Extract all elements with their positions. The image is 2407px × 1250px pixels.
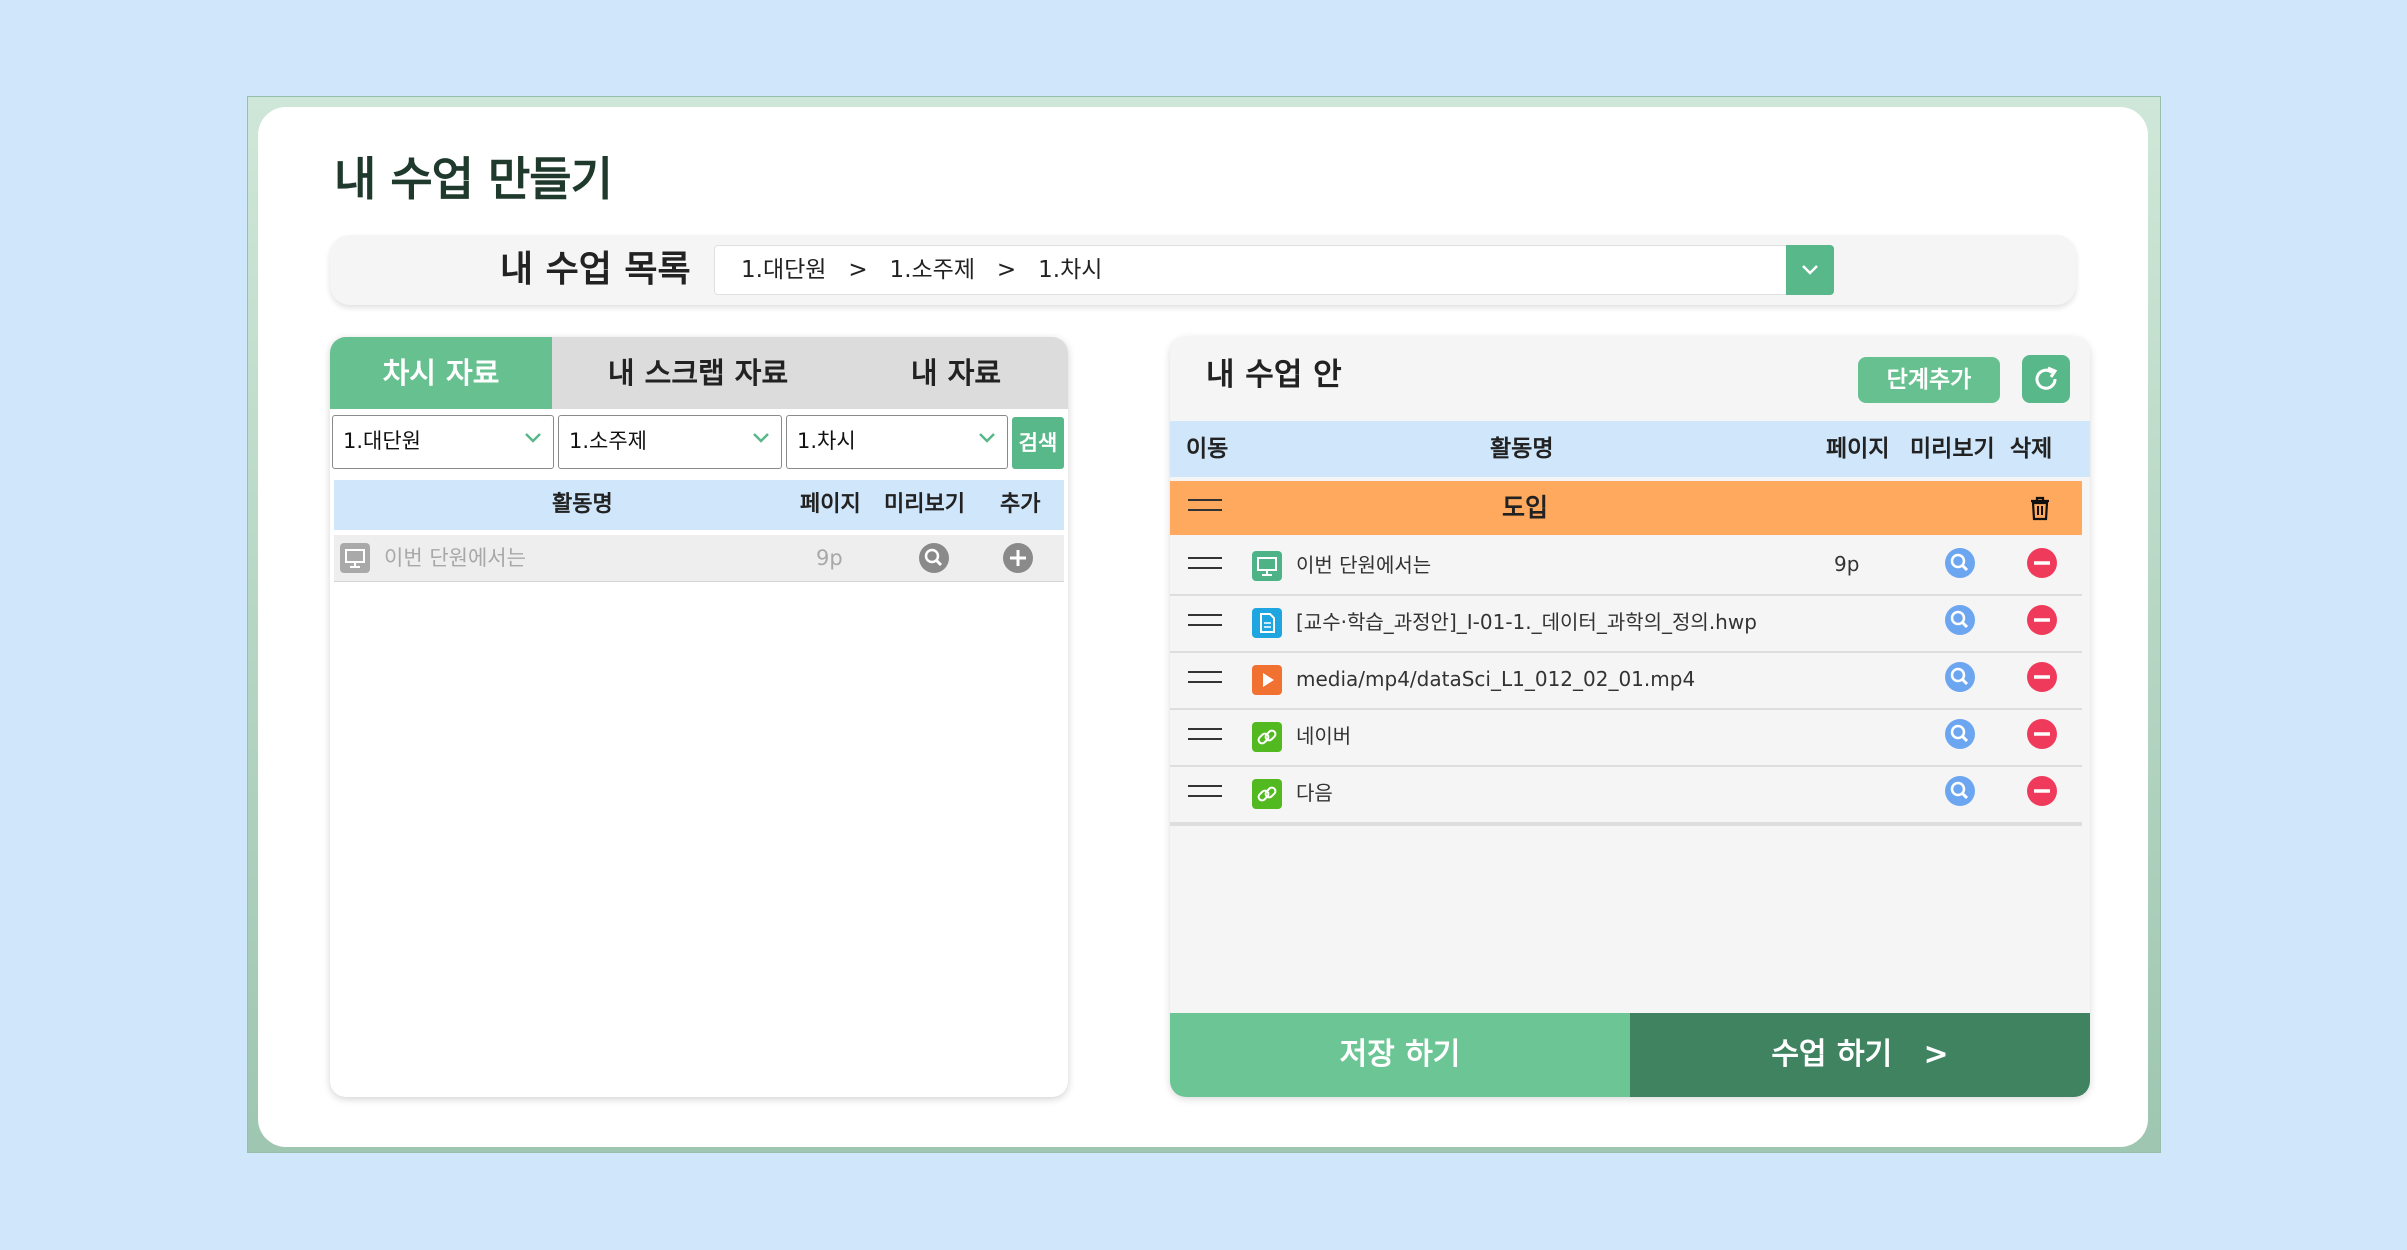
- lesson-plan-header: 이동 활동명 페이지 미리보기 삭제: [1170, 421, 2090, 477]
- material-tabs: 차시 자료 내 스크랩 자료 내 자료: [330, 337, 1068, 409]
- stage-name: 도입: [1502, 493, 1549, 522]
- main-card: 내 수업 만들기 내 수업 목록 1.대단원 > 1.소주제 > 1.차시 차시…: [258, 107, 2148, 1147]
- chevron-down-icon: [1802, 265, 1818, 275]
- filter-bar: 1.대단원 1.소주제 1.차시 검색: [330, 415, 1068, 473]
- item-name: 이번 단원에서는: [1296, 553, 1432, 577]
- preview-icon[interactable]: [1944, 547, 1976, 579]
- column-move: 이동: [1186, 436, 1229, 462]
- item-name: 네이버: [1296, 724, 1352, 748]
- page-title: 내 수업 만들기: [334, 152, 613, 206]
- item-name: media/mp4/dataSci_L1_012_02_01.mp4: [1296, 667, 1696, 691]
- lesson-plan-panel: 내 수업 안 단계추가 이동 활동명 페이지 미리보기 삭제 도입 이번 단원에…: [1170, 337, 2090, 1097]
- chevron-down-icon: [525, 433, 541, 443]
- monitor-icon: [340, 543, 370, 573]
- item-name: [교수·학습_과정안]_Ⅰ-01-1._데이터_과학의_정의.hwp: [1296, 610, 1757, 634]
- refresh-button[interactable]: [2022, 355, 2070, 403]
- lesson-list-label: 내 수업 목록: [500, 249, 691, 290]
- column-page: 페이지: [1826, 436, 1890, 462]
- material-table-header: 활동명 페이지 미리보기 추가: [334, 480, 1064, 530]
- lesson-list-bar: 내 수업 목록 1.대단원 > 1.소주제 > 1.차시: [330, 235, 2076, 305]
- preview-icon[interactable]: [1944, 604, 1976, 636]
- tab-my-scraps[interactable]: 내 스크랩 자료: [552, 337, 844, 409]
- tab-my-materials[interactable]: 내 자료: [844, 337, 1068, 409]
- unit-select-value: 1.대단원: [343, 429, 421, 453]
- lesson-dropdown-button[interactable]: [1786, 245, 1834, 295]
- topic-select[interactable]: 1.소주제: [558, 415, 782, 469]
- lesson-select-value: 1.대단원 > 1.소주제 > 1.차시: [741, 257, 1103, 283]
- link-icon: [1252, 779, 1282, 809]
- add-stage-button[interactable]: 단계추가: [1858, 357, 2000, 403]
- preview-icon[interactable]: [1944, 661, 1976, 693]
- drag-handle-icon[interactable]: [1188, 785, 1222, 805]
- preview-icon[interactable]: [1944, 775, 1976, 807]
- save-button[interactable]: 저장 하기: [1170, 1013, 1630, 1097]
- table-row: 이번 단원에서는 9p: [334, 535, 1064, 582]
- column-delete: 삭제: [2010, 436, 2053, 462]
- unit-select[interactable]: 1.대단원: [332, 415, 554, 469]
- lesson-plan-title: 내 수업 안: [1206, 357, 1342, 393]
- remove-icon[interactable]: [2026, 718, 2058, 750]
- add-icon[interactable]: [1002, 542, 1034, 574]
- remove-icon[interactable]: [2026, 775, 2058, 807]
- row-activity-name: 이번 단원에서는: [384, 546, 526, 570]
- column-preview: 미리보기: [1910, 436, 1995, 462]
- link-icon: [1252, 722, 1282, 752]
- video-icon: [1252, 665, 1282, 695]
- list-item: 다음: [1170, 765, 2082, 826]
- column-activity-name: 활동명: [552, 492, 613, 517]
- start-lesson-button[interactable]: 수업 하기 >: [1630, 1013, 2090, 1097]
- column-page: 페이지: [800, 492, 861, 517]
- column-activity-name: 활동명: [1490, 436, 1554, 462]
- lesson-select[interactable]: 1.대단원 > 1.소주제 > 1.차시: [714, 245, 1834, 295]
- item-page: 9p: [1834, 552, 1860, 576]
- item-name: 다음: [1296, 781, 1333, 805]
- list-item: [교수·학습_과정안]_Ⅰ-01-1._데이터_과학의_정의.hwp: [1170, 594, 2082, 653]
- tab-session-materials[interactable]: 차시 자료: [330, 337, 552, 409]
- drag-handle-icon[interactable]: [1188, 499, 1222, 519]
- remove-icon[interactable]: [2026, 661, 2058, 693]
- material-panel: 차시 자료 내 스크랩 자료 내 자료 1.대단원 1.소주제 1.차시 검색: [330, 337, 1068, 1097]
- session-select[interactable]: 1.차시: [786, 415, 1008, 469]
- document-icon: [1252, 608, 1282, 638]
- session-select-value: 1.차시: [797, 429, 856, 453]
- drag-handle-icon[interactable]: [1188, 614, 1222, 634]
- preview-icon[interactable]: [1944, 718, 1976, 750]
- drag-handle-icon[interactable]: [1188, 671, 1222, 691]
- trash-icon[interactable]: [2026, 494, 2054, 522]
- row-page: 9p: [816, 546, 843, 570]
- remove-icon[interactable]: [2026, 604, 2058, 636]
- app-frame: 내 수업 만들기 내 수업 목록 1.대단원 > 1.소주제 > 1.차시 차시…: [247, 96, 2161, 1153]
- refresh-icon: [2035, 366, 2058, 390]
- chevron-down-icon: [753, 433, 769, 443]
- column-add: 추가: [1000, 492, 1041, 517]
- topic-select-value: 1.소주제: [569, 429, 647, 453]
- preview-icon[interactable]: [918, 542, 950, 574]
- monitor-icon: [1252, 551, 1282, 581]
- list-item: 이번 단원에서는 9p: [1170, 537, 2082, 596]
- drag-handle-icon[interactable]: [1188, 557, 1222, 577]
- column-preview: 미리보기: [884, 492, 965, 517]
- list-item: 네이버: [1170, 708, 2082, 767]
- drag-handle-icon[interactable]: [1188, 728, 1222, 748]
- stage-row: 도입: [1170, 481, 2082, 535]
- list-item: media/mp4/dataSci_L1_012_02_01.mp4: [1170, 651, 2082, 710]
- search-button[interactable]: 검색: [1012, 417, 1064, 469]
- remove-icon[interactable]: [2026, 547, 2058, 579]
- chevron-down-icon: [979, 433, 995, 443]
